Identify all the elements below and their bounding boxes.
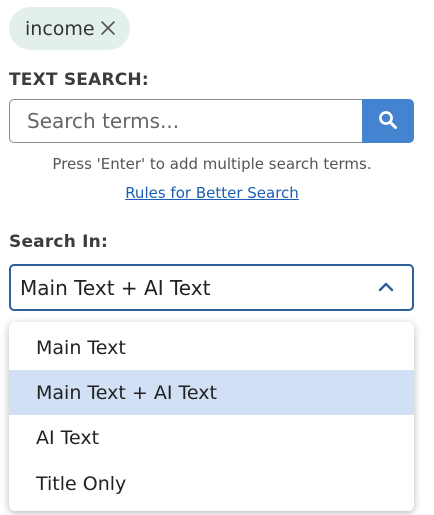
search-button[interactable] <box>362 99 414 143</box>
search-input[interactable] <box>9 99 362 143</box>
chevron-up-icon <box>377 280 395 294</box>
search-in-label: Search In: <box>9 232 108 252</box>
rules-for-better-search-link[interactable]: Rules for Better Search <box>0 184 424 202</box>
search-in-dropdown-menu: Main Text Main Text + AI Text AI Text Ti… <box>9 322 414 511</box>
option-main-text[interactable]: Main Text <box>9 325 414 370</box>
search-bar <box>9 99 414 143</box>
search-in-select[interactable]: Main Text + AI Text <box>9 264 414 311</box>
option-main-text-ai-text[interactable]: Main Text + AI Text <box>9 370 414 415</box>
search-hint-text: Press 'Enter' to add multiple search ter… <box>52 155 372 173</box>
close-icon[interactable] <box>100 20 116 36</box>
option-title-only[interactable]: Title Only <box>9 461 414 506</box>
filter-chip-label: income <box>25 17 95 40</box>
search-in-selected-value: Main Text + AI Text <box>20 275 211 300</box>
filter-chip-income: income <box>9 7 130 50</box>
search-icon <box>378 110 398 133</box>
option-ai-text[interactable]: AI Text <box>9 415 414 460</box>
text-search-label: TEXT SEARCH: <box>9 70 149 90</box>
